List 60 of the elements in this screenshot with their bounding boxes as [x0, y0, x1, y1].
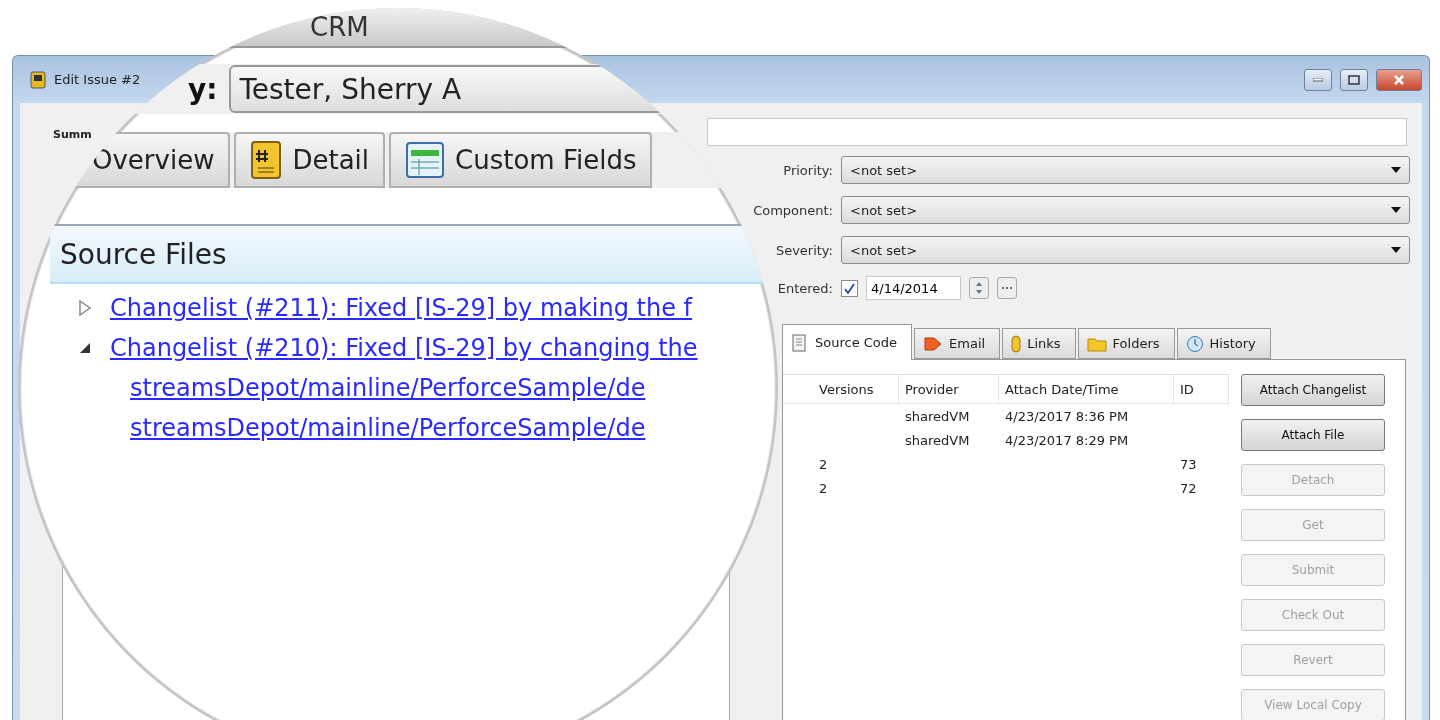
- folder-icon: [1086, 335, 1107, 352]
- column-header[interactable]: ID: [1174, 375, 1229, 403]
- caret-icon: [1391, 247, 1401, 253]
- spin-button[interactable]: [969, 277, 989, 299]
- maximize-button[interactable]: [1340, 68, 1368, 91]
- action-button[interactable]: Attach Changelist: [1241, 374, 1385, 406]
- table-cell-text: 72: [1179, 479, 1198, 498]
- dropdown[interactable]: <not set>: [841, 156, 1410, 184]
- column-header[interactable]: Versions: [813, 375, 899, 403]
- dropdown[interactable]: <not set>: [841, 196, 1410, 224]
- tab[interactable]: Folders: [1077, 328, 1175, 359]
- field-label: y:: [188, 72, 218, 106]
- window-title: Edit Issue #2: [54, 72, 141, 87]
- minimize-icon: [1313, 77, 1323, 82]
- close-icon: [1393, 73, 1405, 86]
- tab[interactable]: Custom Fields: [389, 132, 653, 188]
- spin-arrows-icon: [975, 281, 983, 295]
- field-label: Component:: [752, 202, 833, 218]
- ellipsis-icon: [1001, 286, 1013, 290]
- field-label: Severity:: [774, 242, 833, 258]
- caret-icon: [1391, 167, 1401, 173]
- tab[interactable]: Email: [914, 328, 1001, 359]
- action-button[interactable]: Attach File: [1241, 419, 1385, 451]
- column-header[interactable]: Provider: [899, 375, 999, 403]
- tab[interactable]: History: [1176, 328, 1271, 359]
- tab[interactable]: CRM: [310, 12, 369, 42]
- app-icon: [30, 70, 46, 89]
- changelist-link[interactable]: Changelist (#211): Fixed [IS-29] by making the f: [110, 294, 693, 322]
- summary-field[interactable]: [707, 118, 1407, 146]
- minimize-button[interactable]: [1304, 68, 1332, 91]
- file-link[interactable]: streamsDepot/mainline/PerforceSample/de: [130, 374, 646, 402]
- tab[interactable]: Detail: [234, 132, 385, 188]
- hash-card-icon: [250, 140, 283, 180]
- collapsed-triangle-icon[interactable]: [78, 300, 92, 316]
- column-header[interactable]: Attach Date/Time: [999, 375, 1174, 403]
- tag-icon: [923, 334, 944, 353]
- tab[interactable]: Links: [1002, 328, 1076, 359]
- maximize-icon: [1348, 74, 1360, 85]
- dropdown[interactable]: <not set>: [841, 236, 1410, 264]
- field-label: Entered:: [776, 280, 833, 296]
- table-cell-text: 2: [818, 455, 829, 474]
- clock-icon: [1185, 334, 1204, 353]
- date-field[interactable]: 4/14/2014: [866, 276, 961, 300]
- table-cell-text: 73: [1179, 455, 1198, 474]
- table-cell-text: 2: [818, 479, 829, 498]
- changelist-link[interactable]: Changelist (#210): Fixed [IS-29] by changing the: [110, 334, 698, 362]
- tab[interactable]: Source Code: [782, 324, 913, 360]
- table-cell-text: 4/23/2017 8:29 PM: [1004, 431, 1130, 450]
- table-cell-text: sharedVM: [904, 407, 971, 426]
- calendar-button[interactable]: [997, 277, 1017, 299]
- table-cell-text: 4/23/2017 8:36 PM: [1004, 407, 1130, 426]
- checkbox[interactable]: [841, 279, 858, 297]
- table-cell-text: sharedVM: [904, 431, 971, 450]
- file-link[interactable]: streamsDepot/mainline/PerforceSample/de: [130, 414, 646, 442]
- section-title: Source Files: [60, 237, 227, 271]
- caret-icon: [1391, 207, 1401, 213]
- form-icon: [405, 141, 445, 179]
- field-label: Priority:: [782, 162, 833, 178]
- document-icon: [791, 333, 809, 352]
- close-button[interactable]: [1376, 68, 1422, 91]
